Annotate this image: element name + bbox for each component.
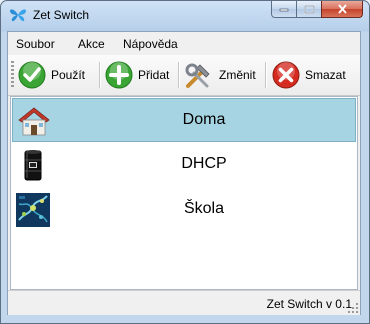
- tools-icon: [185, 63, 210, 88]
- plus-icon: [105, 61, 133, 89]
- close-icon: [337, 4, 347, 14]
- add-button[interactable]: Přidat: [104, 59, 169, 91]
- list-item[interactable]: DHCP: [12, 143, 356, 187]
- profile-name: DHCP: [181, 155, 227, 172]
- toolbar: Použít Přidat Změnit Smazat: [8, 55, 360, 96]
- maximize-icon: [303, 4, 315, 14]
- house-icon: [18, 107, 50, 136]
- menu-soubor[interactable]: Soubor: [16, 37, 55, 51]
- toolbar-grip[interactable]: [11, 61, 14, 89]
- toolbar-separator: [178, 62, 179, 88]
- delete-label: Smazat: [305, 68, 346, 82]
- edit-button[interactable]: Změnit: [183, 59, 256, 91]
- edit-label: Změnit: [219, 68, 256, 82]
- app-window: Zet Switch Soubor Akce Nápověda Použít P…: [0, 0, 370, 324]
- delete-button[interactable]: Smazat: [271, 59, 346, 91]
- minimize-button[interactable]: [271, 1, 297, 18]
- toolbar-separator: [265, 62, 266, 88]
- status-text: Zet Switch v 0.1: [266, 297, 352, 311]
- apply-button[interactable]: Použít: [17, 59, 85, 91]
- profile-name: Škola: [183, 200, 225, 217]
- add-label: Přidat: [138, 68, 170, 82]
- check-icon: [18, 61, 46, 89]
- maximize-button[interactable]: [296, 1, 322, 18]
- butterfly-icon: [10, 9, 26, 22]
- barrel-icon: [24, 150, 42, 181]
- menu-bar: Soubor Akce Nápověda: [8, 32, 360, 54]
- profile-name: Doma: [182, 111, 226, 128]
- menu-napoveda[interactable]: Nápověda: [123, 37, 178, 51]
- apply-label: Použít: [51, 68, 86, 82]
- list-item[interactable]: Doma: [12, 98, 356, 142]
- list-item[interactable]: Škola: [12, 188, 356, 232]
- minimize-icon: [279, 8, 289, 12]
- delete-icon: [272, 61, 300, 89]
- profile-list[interactable]: Doma DHCP Škola: [10, 96, 358, 290]
- toolbar-separator: [99, 62, 100, 88]
- title-bar[interactable]: Zet Switch: [1, 1, 369, 31]
- window-title: Zet Switch: [33, 8, 90, 22]
- status-bar: Zet Switch v 0.1: [8, 290, 360, 315]
- client-area: Soubor Akce Nápověda Použít Přidat Změni…: [7, 31, 361, 315]
- circuit-photo-icon: [16, 193, 50, 227]
- resize-grip-icon[interactable]: [347, 302, 359, 314]
- close-button[interactable]: [321, 1, 363, 18]
- menu-akce[interactable]: Akce: [78, 37, 105, 51]
